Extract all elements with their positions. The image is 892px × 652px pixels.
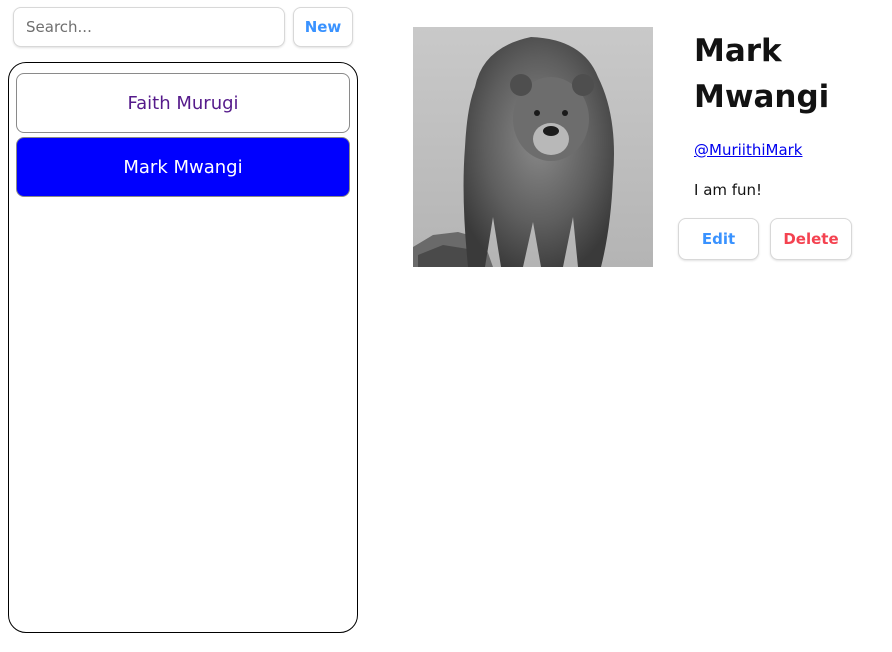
sidebar-item-mark-mwangi[interactable]: Mark Mwangi — [16, 137, 350, 197]
delete-button[interactable]: Delete — [770, 218, 852, 260]
contact-handle-link[interactable]: @MuriithiMark — [694, 141, 803, 159]
search-input[interactable] — [13, 7, 285, 47]
edit-button[interactable]: Edit — [678, 218, 759, 260]
new-contact-button[interactable]: New — [293, 7, 353, 47]
avatar — [413, 27, 653, 267]
contacts-app: New Faith Murugi Mark Mwangi — [0, 0, 892, 652]
page-title: Mark Mwangi — [694, 28, 874, 120]
contact-first-name: Mark — [694, 33, 782, 69]
sidebar-item-faith-murugi[interactable]: Faith Murugi — [16, 73, 350, 133]
contact-last-name: Mwangi — [694, 79, 830, 115]
contact-list: Faith Murugi Mark Mwangi — [8, 62, 358, 633]
bear-photo-icon — [413, 27, 653, 267]
contact-notes: I am fun! — [694, 181, 763, 199]
